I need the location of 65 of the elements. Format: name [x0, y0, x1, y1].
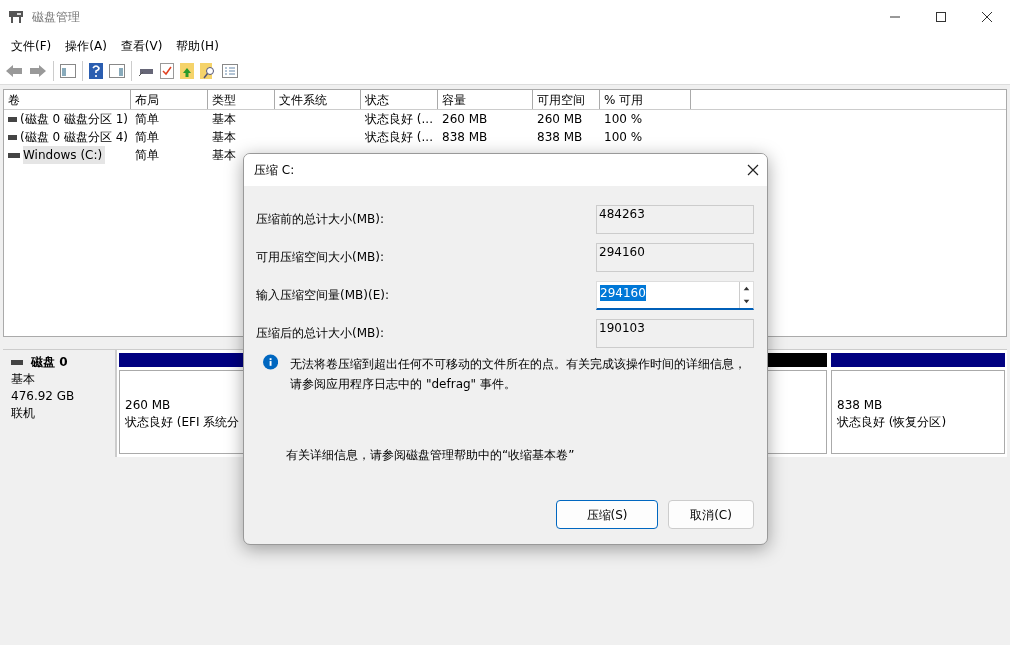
- table-cell: 基本: [212, 148, 236, 162]
- table-cell: 简单: [135, 148, 159, 162]
- back-arrow-icon[interactable]: [5, 63, 23, 78]
- table-cell: 100 %: [604, 130, 643, 144]
- table-cell: 100 %: [604, 112, 643, 126]
- partition-block[interactable]: 838 MB 状态良好 (恢复分区): [831, 370, 1005, 454]
- partition-status: 状态良好 (恢复分区): [837, 414, 948, 431]
- table-cell: 260 MB: [537, 112, 583, 126]
- checklist-icon[interactable]: [160, 62, 174, 79]
- help-icon[interactable]: [89, 62, 103, 79]
- column-header[interactable]: 卷: [4, 90, 131, 109]
- close-icon[interactable]: [747, 164, 759, 176]
- menu-item[interactable]: 文件(F): [4, 36, 59, 55]
- disk-info: 联机: [11, 405, 36, 422]
- field-label: 压缩前的总计大小(MB):: [256, 211, 384, 228]
- table-cell: 838 MB: [537, 130, 583, 144]
- field-label: 输入压缩空间量(MB)(E):: [256, 287, 389, 304]
- window-title: 磁盘管理: [32, 9, 80, 26]
- field-label: 可用压缩空间大小(MB):: [256, 249, 384, 266]
- table-cell: 状态良好 (...: [365, 112, 433, 126]
- disk-info: 476.92 GB: [11, 388, 76, 405]
- column-header[interactable]: % 可用: [600, 90, 691, 109]
- partition-status: 状态良好 (EFI 系统分: [125, 414, 241, 431]
- partition-size: 838 MB: [837, 397, 884, 414]
- column-header[interactable]: 布局: [131, 90, 208, 109]
- properties-icon[interactable]: [222, 63, 238, 78]
- column-header[interactable]: 类型: [208, 90, 275, 109]
- readonly-field: 190103: [596, 318, 754, 348]
- info-icon: [263, 354, 279, 370]
- menu-item[interactable]: 查看(V): [113, 36, 170, 55]
- table-cell: 838 MB: [442, 130, 488, 144]
- table-cell[interactable]: (磁盘 0 磁盘分区 1): [19, 110, 131, 128]
- table-cell: 简单: [135, 112, 159, 126]
- panel-icon[interactable]: [109, 63, 125, 78]
- field-label: 压缩后的总计大小(MB):: [256, 325, 384, 342]
- disk-name: 磁盘 0: [31, 354, 68, 371]
- table-cell: 基本: [212, 112, 236, 126]
- partition-size: 260 MB: [125, 397, 172, 414]
- table-cell[interactable]: Windows (C:): [23, 146, 106, 164]
- folder-up-icon[interactable]: [180, 62, 194, 79]
- console-tree-icon[interactable]: [60, 63, 76, 78]
- menu-item[interactable]: 操作(A): [58, 36, 114, 55]
- table-cell: 260 MB: [442, 112, 488, 126]
- column-header[interactable]: 状态: [361, 90, 438, 109]
- forward-arrow-icon[interactable]: [29, 63, 47, 78]
- readonly-field: 294160: [596, 242, 754, 272]
- table-cell: 状态良好 (...: [365, 130, 433, 144]
- spin-field[interactable]: 294160: [596, 280, 754, 310]
- table-cell: 简单: [135, 130, 159, 144]
- dialog-button[interactable]: 压缩(S): [556, 500, 658, 529]
- volume-icon: [8, 152, 20, 158]
- menu-item[interactable]: 帮助(H): [169, 36, 226, 55]
- column-header[interactable]: 可用空间: [533, 90, 600, 109]
- column-header[interactable]: 文件系统: [275, 90, 361, 109]
- search-icon[interactable]: [200, 62, 216, 79]
- disk-info: 基本: [11, 371, 36, 388]
- app-icon: [8, 10, 24, 24]
- column-header[interactable]: 容量: [438, 90, 533, 109]
- table-cell: 基本: [212, 130, 236, 144]
- dialog-title: 压缩 C:: [254, 162, 295, 179]
- dialog-button[interactable]: 取消(C): [668, 500, 754, 529]
- readonly-field: 484263: [596, 204, 754, 234]
- table-cell[interactable]: (磁盘 0 磁盘分区 4): [19, 128, 131, 146]
- volume-icon: [8, 134, 17, 140]
- volume-icon: [8, 116, 17, 122]
